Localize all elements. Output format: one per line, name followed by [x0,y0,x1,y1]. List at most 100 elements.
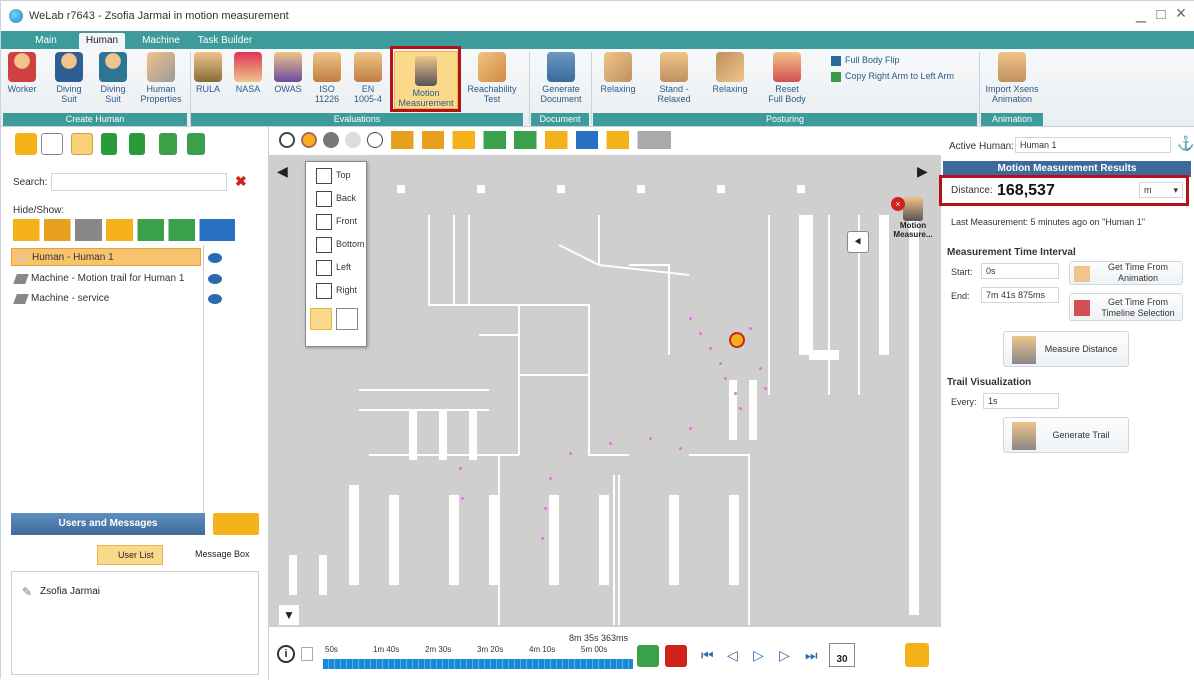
active-human-select[interactable]: Human 1 [1015,137,1171,153]
tree-item-service[interactable]: Machine - service [11,290,201,308]
human-avatar-icon[interactable] [729,332,745,348]
view-back-button[interactable]: Back [314,187,356,209]
copy-arm-button[interactable]: Copy Right Arm to Left Arm [831,71,981,82]
filter-icon[interactable] [71,133,93,155]
trail-point [459,467,462,470]
last-frame-icon[interactable]: ⏭ [805,647,818,664]
visibility-eye-icon[interactable] [208,274,222,284]
view-orientation-menu: Top Back Front Bottom Left Right [305,161,367,347]
sort-za-icon[interactable] [129,133,145,155]
fps-button[interactable]: 30 [829,643,855,667]
every-field[interactable]: 1s [983,393,1059,409]
visibility-eye-icon[interactable] [208,253,222,263]
info-icon[interactable]: i [277,645,295,663]
perspective-icon[interactable] [310,308,332,330]
iso-11226-button[interactable]: ISO 11226 [311,52,343,104]
camera-toolbar[interactable] [391,131,671,149]
interval-title: Measurement Time Interval [947,247,1076,258]
minimize-button[interactable]: _ [1131,3,1151,24]
messages-dropdown-button[interactable] [213,513,259,535]
diving-suit-button[interactable]: Diving Suit [51,52,87,104]
nasa-button[interactable]: NASA [233,52,263,94]
transparent-icon[interactable] [345,132,361,148]
right-arrow-icon[interactable]: ▶ [917,163,928,180]
list-item[interactable]: ✎ Zsofia Jarmai [22,585,100,599]
clear-search-icon[interactable]: ✖ [235,173,247,190]
view-right-button[interactable]: Right [314,279,357,301]
user-list-button[interactable]: User List [97,545,163,565]
next-frame-icon[interactable]: ▷ [779,647,790,664]
diving-suit-button-2[interactable]: Diving Suit [95,52,131,104]
motion-measure-overlay[interactable]: × Motion Measure... [885,195,941,253]
lock-icon[interactable] [301,647,313,661]
first-frame-icon[interactable]: ⏮ [701,647,714,664]
get-time-timeline-button[interactable]: Get Time From Timeline Selection [1069,293,1183,321]
list-view-icon[interactable] [41,133,63,155]
relaxing-button-2[interactable]: Relaxing [709,52,751,94]
sort-az-icon[interactable] [101,133,117,155]
start-field[interactable]: 0s [981,263,1059,279]
remove-keyframe-icon[interactable] [665,645,687,667]
shaded-icon[interactable] [301,132,317,148]
wireframe-icon[interactable] [323,132,339,148]
left-arrow-icon[interactable]: ◀ [277,163,288,180]
tree-item-human[interactable]: Human - Human 1 [11,248,201,266]
tab-human[interactable]: Human [79,33,125,49]
close-overlay-icon[interactable]: × [891,197,905,211]
view-left-button[interactable]: Left [314,256,351,278]
add-keyframe-icon[interactable] [637,645,659,667]
worker-button[interactable]: Worker [7,52,37,94]
close-button[interactable]: × [1171,3,1191,24]
down-arrow-icon[interactable]: ▼ [279,605,299,625]
view-bottom-button[interactable]: Bottom [314,233,365,255]
expand-icon[interactable] [159,133,177,155]
previous-frame-icon[interactable]: ◁ [727,647,738,664]
get-time-animation-button[interactable]: Get Time From Animation [1069,261,1183,285]
tree-item-motion-trail[interactable]: Machine - Motion trail for Human 1 [11,270,201,288]
generate-document-button[interactable]: Generate Document [535,52,587,104]
visibility-eye-icon[interactable] [208,294,222,304]
tab-task-builder[interactable]: Task Builder [197,33,253,49]
motion-measurement-button[interactable]: Motion Measurement [394,51,458,109]
reachability-test-button[interactable]: Reachability Test [463,52,521,104]
visibility-toolbar[interactable] [13,219,235,241]
full-body-flip-button[interactable]: Full Body Flip [831,55,961,66]
users-list: ✎ Zsofia Jarmai [11,571,259,675]
view-top-button[interactable]: Top [314,164,351,186]
timeline-slider[interactable] [323,659,633,669]
anchor-icon[interactable]: ⚓ [1177,135,1194,152]
tree-view-icon[interactable] [15,133,37,155]
measure-distance-button[interactable]: Measure Distance [1003,331,1129,367]
rula-button[interactable]: RULA [193,52,223,94]
en-1005-4-button[interactable]: EN 1005-4 [351,52,385,104]
rula-icon [194,52,222,82]
play-icon[interactable]: ▷ [753,647,764,664]
search-input[interactable] [51,173,227,191]
tick-label: 2m 30s [425,645,452,654]
message-box-button[interactable]: Message Box [171,545,257,565]
reset-full-body-button[interactable]: Reset Full Body [767,52,807,104]
import-xsens-button[interactable]: Import Xsens Animation [985,52,1039,104]
tab-main[interactable]: Main [31,33,61,49]
stand-relaxed-button[interactable]: Stand - Relaxed [653,52,695,104]
owas-button[interactable]: OWAS [273,52,303,94]
right-panel: Active Human: Human 1 ⚓ Motion Measureme… [939,127,1194,680]
every-label: Every: [951,397,977,407]
tab-machine[interactable]: Machine [141,33,181,49]
orbit-icon[interactable] [279,132,295,148]
collapse-icon[interactable] [187,133,205,155]
3d-viewport[interactable]: ◀ ▶ ▼ ⯇ × Motion Measure... Top Back Fro… [269,127,941,627]
unit-select[interactable]: m ▾ [1139,182,1183,198]
end-field[interactable]: 7m 41s 875ms [981,287,1059,303]
comment-icon[interactable]: ⯇ [847,231,869,253]
timeline-icon [1074,300,1090,316]
orthographic-icon[interactable] [336,308,358,330]
trail-point [739,407,742,410]
grid-icon[interactable] [367,132,383,148]
maximize-button[interactable]: □ [1151,6,1171,23]
timer-icon[interactable] [905,643,929,667]
human-properties-button[interactable]: Human Properties [139,52,183,104]
relaxing-button-1[interactable]: Relaxing [597,52,639,94]
view-front-button[interactable]: Front [314,210,357,232]
generate-trail-button[interactable]: Generate Trail [1003,417,1129,453]
